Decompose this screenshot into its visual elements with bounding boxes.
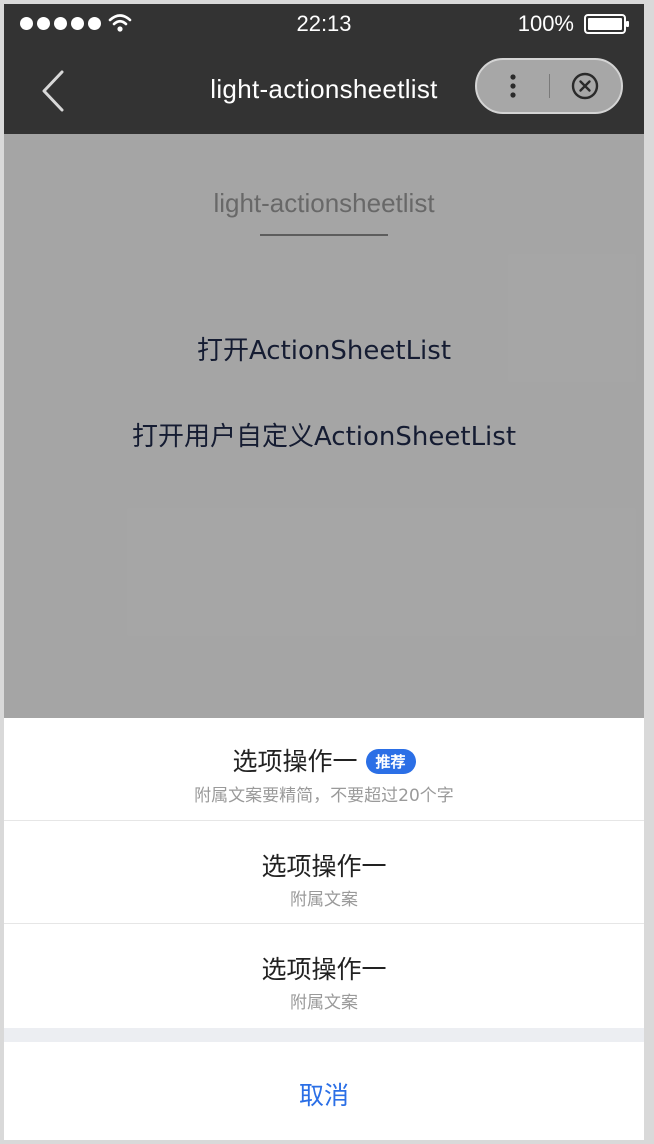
close-button[interactable] xyxy=(569,70,601,102)
back-button[interactable] xyxy=(36,68,72,114)
battery-percent: 100% xyxy=(517,11,574,36)
navigation-bar: light-actionsheetlist xyxy=(4,46,644,134)
action-sheet-item-label: 选项操作一 xyxy=(261,852,387,881)
close-circle-icon xyxy=(571,72,599,100)
action-sheet-item-subtitle: 附属文案 xyxy=(290,993,358,1013)
cancel-label: 取消 xyxy=(298,1081,349,1110)
menu-capsule xyxy=(475,58,623,114)
chevron-left-icon xyxy=(42,70,64,112)
capsule-divider xyxy=(549,74,550,98)
action-sheet-item-label: 选项操作一 xyxy=(261,955,387,984)
modal-overlay[interactable] xyxy=(4,134,644,718)
action-sheet-item[interactable]: 选项操作一 附属文案 xyxy=(4,821,644,924)
action-sheet-item[interactable]: 选项操作一 推荐 附属文案要精简，不要超过20个字 xyxy=(4,718,644,821)
action-sheet: 选项操作一 推荐 附属文案要精简，不要超过20个字 选项操作一 附属文案 选项操作… xyxy=(4,718,644,1140)
more-button[interactable] xyxy=(493,68,533,104)
sheet-gap xyxy=(4,1028,644,1042)
action-sheet-item-label: 选项操作一 xyxy=(232,747,358,776)
nav-title: light-actionsheetlist xyxy=(210,74,438,104)
recommend-badge: 推荐 xyxy=(365,749,416,774)
cancel-button[interactable]: 取消 xyxy=(4,1042,644,1140)
more-vertical-icon xyxy=(510,74,516,98)
battery-icon xyxy=(584,14,629,34)
action-sheet-item-subtitle: 附属文案要精简，不要超过20个字 xyxy=(194,786,454,806)
status-bar: 22:13 100% xyxy=(4,4,644,46)
action-sheet-item-subtitle: 附属文案 xyxy=(290,890,358,910)
phone-screen: 22:13 100% light-actionsheetlist light-a… xyxy=(4,4,644,1140)
action-sheet-item[interactable]: 选项操作一 附属文案 xyxy=(4,924,644,1028)
